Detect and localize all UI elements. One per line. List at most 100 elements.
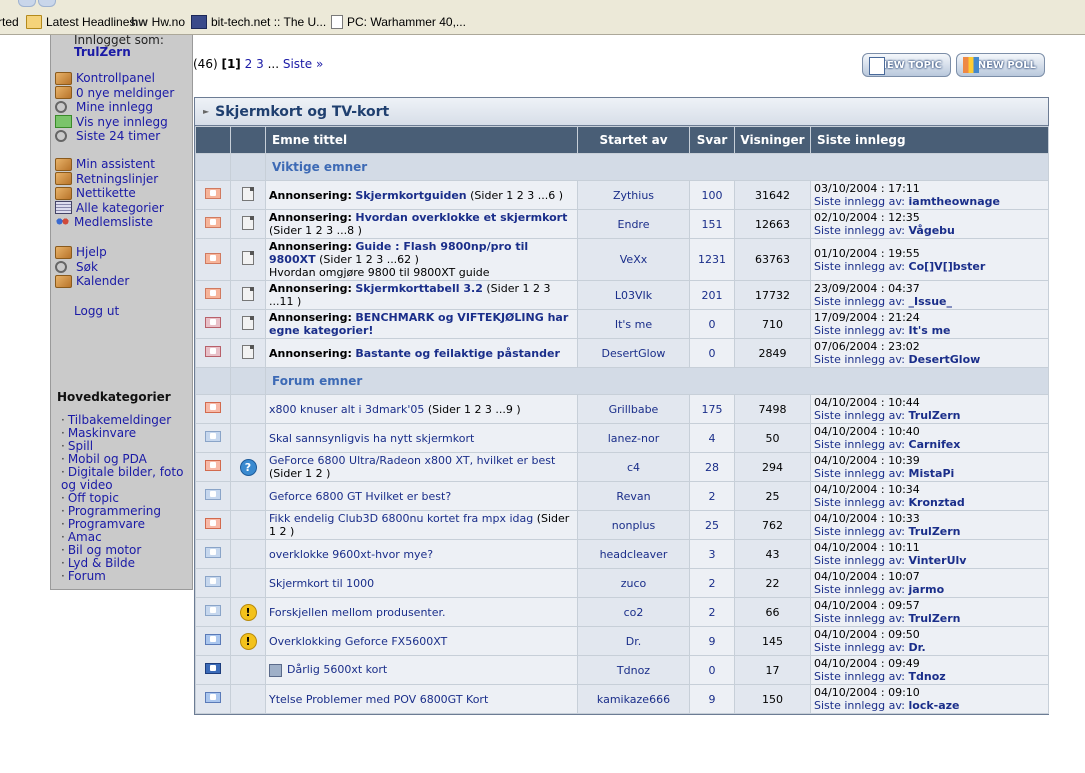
author-link[interactable]: VeXx [577, 238, 690, 281]
author-link[interactable]: zuco [577, 568, 690, 598]
table-row: Fikk endelig Club3D 6800nu kortet fra mp… [195, 510, 1049, 540]
logged-in-username[interactable]: TrulZern [74, 45, 131, 59]
bookmark-warhammer[interactable]: PC: Warhammer 40,... [331, 15, 466, 29]
menu-retningslinjer[interactable]: Retningslinjer [55, 172, 164, 187]
last-page-link[interactable]: Siste » [283, 57, 323, 71]
logout-link[interactable]: Logg ut [74, 304, 119, 318]
col-started-by: Startet av [577, 126, 690, 154]
topic-title-link[interactable]: Forskjellen mellom produsenter. [269, 606, 446, 619]
author-link[interactable]: nonplus [577, 510, 690, 540]
col-mood [230, 126, 266, 154]
author-link[interactable]: headcleaver [577, 539, 690, 569]
last-post-author[interactable]: Dr. [909, 641, 926, 654]
warning-icon: ! [239, 603, 257, 621]
author-link[interactable]: DesertGlow [577, 338, 690, 368]
calendar-icon [55, 274, 72, 288]
table-row: Annonsering: Guide : Flash 9800np/pro ti… [195, 238, 1049, 281]
last-post-author[interactable]: Vågebu [909, 224, 955, 237]
topic-title-link[interactable]: Skal sannsynligvis ha nytt skjermkort [269, 432, 474, 445]
forum-title[interactable]: Skjermkort og TV-kort [215, 104, 389, 120]
menu-hjelp[interactable]: Hjelp [55, 245, 129, 260]
author-link[interactable]: Zythius [577, 180, 690, 210]
menu-nye-meldinger[interactable]: 0 nye meldinger [55, 86, 174, 101]
folder-icon [26, 15, 42, 29]
topic-pages[interactable]: (Sider 1 2 3 ...9 ) [428, 403, 521, 416]
last-post-author[interactable]: Co[]V[]bster [909, 260, 986, 273]
category-forum[interactable]: · Forum [61, 570, 189, 583]
new-poll-button[interactable]: NEW POLL [956, 53, 1045, 77]
topic-title-link[interactable]: Fikk endelig Club3D 6800nu kortet fra mp… [269, 512, 533, 525]
back-button[interactable] [18, 0, 36, 7]
last-post-author[interactable]: DesertGlow [909, 353, 981, 366]
menu-mine-innlegg[interactable]: Mine innlegg [55, 100, 174, 115]
menu-vis-nye-innlegg[interactable]: Vis nye innlegg [55, 115, 174, 130]
author-link[interactable]: lanez-nor [577, 423, 690, 453]
last-post-label: Siste innlegg av: [814, 467, 905, 480]
category-digitale-bilder[interactable]: · Digitale bilder, foto og video [61, 466, 189, 492]
menu-sok[interactable]: Søk [55, 260, 129, 275]
menu-kalender[interactable]: Kalender [55, 274, 129, 289]
menu-label: Alle kategorier [76, 200, 164, 215]
topic-title-link[interactable]: GeForce 6800 Ultra/Radeon x800 XT, hvilk… [269, 454, 555, 467]
menu-siste-24-timer[interactable]: Siste 24 timer [55, 129, 174, 144]
topic-title-link[interactable]: Overklokking Geforce FX5600XT [269, 635, 447, 648]
author-link[interactable]: Tdnoz [577, 655, 690, 685]
topic-title-link[interactable]: Bastante og feilaktige påstander [355, 347, 560, 360]
last-post-author[interactable]: TrulZern [909, 409, 961, 422]
topic-title-link[interactable]: overklokke 9600xt-hvor mye? [269, 548, 433, 561]
topic-title-link[interactable]: Hvordan overklokke et skjermkort [355, 211, 567, 224]
last-post-author[interactable]: TrulZern [909, 612, 961, 625]
last-post-author[interactable]: _Issue_ [909, 295, 952, 308]
last-post-label: Siste innlegg av: [814, 699, 905, 712]
topic-title-link[interactable]: Skjermkortguiden [355, 189, 466, 202]
author-link[interactable]: Grillbabe [577, 394, 690, 424]
last-post-author[interactable]: lock-aze [909, 699, 960, 712]
last-post-author[interactable]: Carnifex [909, 438, 961, 451]
topic-title-link[interactable]: Geforce 6800 GT Hvilket er best? [269, 490, 451, 503]
forward-button[interactable] [38, 0, 56, 7]
author-link[interactable]: It's me [577, 309, 690, 339]
topic-title-link[interactable]: Skjermkort til 1000 [269, 577, 374, 590]
author-link[interactable]: Dr. [577, 626, 690, 656]
last-post-author[interactable]: TrulZern [909, 525, 961, 538]
bookmark-hw-no[interactable]: hw Hw.no [131, 15, 185, 29]
bookmark-bit-tech[interactable]: bit-tech.net :: The U... [191, 15, 326, 29]
topic-title-link[interactable]: Ytelse Problemer med POV 6800GT Kort [269, 693, 488, 706]
reply-count: 3 [689, 539, 735, 569]
menu-min-assistent[interactable]: Min assistent [55, 157, 164, 172]
author-link[interactable]: co2 [577, 597, 690, 627]
topic-pages[interactable]: (Sider 1 2 3 ...62 ) [319, 253, 419, 266]
menu-medlemsliste[interactable]: Medlemsliste [55, 215, 164, 230]
new-topic-button[interactable]: NEW TOPIC [862, 53, 951, 77]
topic-pages[interactable]: (Sider 1 2 3 ...6 ) [470, 189, 563, 202]
menu-nettikette[interactable]: Nettikette [55, 186, 164, 201]
last-post-cell: 04/10/2004 : 09:10 Siste innlegg av: lock… [810, 684, 1049, 714]
topic-title-link[interactable]: Skjermkorttabell 3.2 [355, 282, 483, 295]
topic-pages[interactable]: (Sider 1 2 ) [269, 467, 330, 480]
topic-title-link[interactable]: x800 knuser alt i 3dmark'05 [269, 403, 424, 416]
bookmark-started[interactable]: rted [0, 15, 19, 29]
author-link[interactable]: c4 [577, 452, 690, 482]
menu-kontrollpanel[interactable]: Kontrollpanel [55, 71, 174, 86]
last-post-author[interactable]: iamtheownage [909, 195, 1001, 208]
author-link[interactable]: L03VIk [577, 280, 690, 310]
last-post-author[interactable]: VinterUlv [909, 554, 967, 567]
topic-pages[interactable]: (Sider 1 2 3 ...8 ) [269, 224, 362, 237]
last-post-author[interactable]: jarmo [909, 583, 945, 596]
last-post-author[interactable]: Tdnoz [909, 670, 946, 683]
last-post-label: Siste innlegg av: [814, 670, 905, 683]
status-cell [195, 394, 231, 424]
mood-cell [230, 481, 266, 511]
author-link[interactable]: Endre [577, 209, 690, 239]
author-link[interactable]: Revan [577, 481, 690, 511]
last-post-author[interactable]: It's me [909, 324, 951, 337]
topic-title-link[interactable]: Dårlig 5600xt kort [287, 663, 387, 676]
last-post-author[interactable]: MistaPi [909, 467, 955, 480]
last-post-author[interactable]: Kronztad [909, 496, 965, 509]
reply-count: 25 [689, 510, 735, 540]
bookmark-latest-headlines[interactable]: Latest Headlines [26, 15, 135, 29]
author-link[interactable]: kamikaze666 [577, 684, 690, 714]
page-link[interactable]: 2 [245, 57, 253, 71]
page-link[interactable]: 3 [256, 57, 264, 71]
menu-alle-kategorier[interactable]: Alle kategorier [55, 201, 164, 216]
